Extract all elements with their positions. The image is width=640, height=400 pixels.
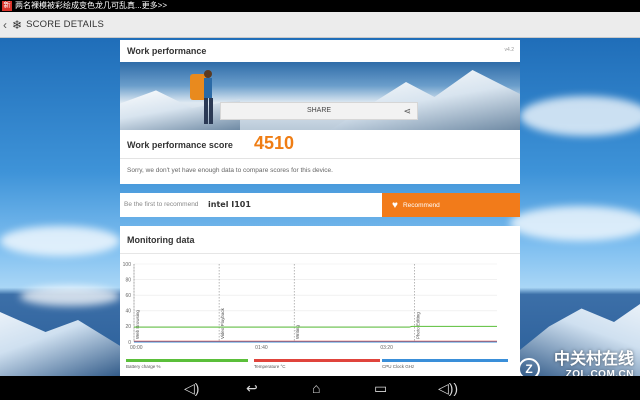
phase-label: Photo Editing	[415, 312, 420, 339]
recommend-info: Be the first to recommend intel I101	[120, 193, 382, 217]
y-tick-label: 20	[125, 324, 131, 330]
volume-down-icon[interactable]: ◁)	[184, 379, 199, 397]
legend-label-battery: Battery charge %	[126, 364, 161, 369]
y-tick-label: 40	[125, 309, 131, 315]
y-tick-label: 100	[123, 262, 132, 268]
phase-label: Video Playback	[220, 307, 225, 339]
monitoring-chart: 10080604020000:00 01:40 03:20Web Browsing V…	[123, 262, 497, 351]
no-data-message: Sorry, we don't yet have enough data to …	[127, 167, 333, 174]
monitoring-title: Monitoring data	[127, 235, 195, 245]
y-tick-label: 60	[125, 293, 131, 299]
legend-temperature: Temperature °C	[254, 359, 380, 369]
x-tick-label: 03:20	[380, 345, 393, 351]
score-value: 4510	[254, 133, 295, 153]
version-label: v4.2	[504, 47, 514, 53]
news-notification-icon: 新	[2, 1, 12, 11]
monitoring-card: Monitoring data 100 80 60 40 20 0 00:00 01:40 03…	[120, 226, 520, 376]
watermark: 中关村在线 ZOL.COM.CN	[554, 345, 634, 380]
divider	[120, 158, 520, 159]
x-tick-label: 01:40	[255, 345, 268, 351]
legend-battery: Battery charge %	[126, 359, 248, 369]
recommend-button[interactable]: ♥ Recommend	[382, 193, 520, 217]
page-title: SCORE DETAILS	[26, 19, 104, 30]
heart-icon: ♥	[392, 199, 398, 211]
share-icon: ⋖	[403, 106, 411, 116]
watermark-main: 中关村在线	[553, 351, 634, 368]
work-performance-title: Work performance	[127, 46, 207, 56]
x-tick-label: 00:00	[130, 345, 143, 351]
back-arrow-icon[interactable]: ‹	[3, 18, 11, 32]
y-tick-label: 80	[125, 277, 131, 283]
hiker-icon	[190, 70, 213, 124]
legend-cpu: CPU Clock GHz	[382, 359, 508, 369]
home-icon[interactable]: ⌂	[312, 379, 320, 397]
action-bar: ‹ ❄ SCORE DETAILS	[0, 12, 640, 38]
recommend-prompt: Be the first to recommend	[124, 201, 199, 208]
share-button[interactable]: SHARE ⋖	[220, 102, 418, 120]
recommend-label: Recommend	[402, 201, 440, 209]
share-label: SHARE	[306, 107, 332, 114]
status-bar: 新 两名裸模被彩绘成变色龙几可乱真...更多>>	[0, 0, 640, 12]
score-label: Work performance score	[127, 140, 233, 150]
navigation-bar: ◁) ↩ ⌂ ▭ ◁))	[0, 376, 640, 400]
snowflake-logo-icon: ❄	[12, 17, 23, 32]
recommend-row: Be the first to recommend intel I101 ♥ R…	[120, 193, 520, 217]
device-name: intel I101	[208, 200, 251, 209]
divider	[120, 253, 520, 254]
legend-label-cpu: CPU Clock GHz	[382, 364, 415, 369]
notification-text[interactable]: 两名裸模被彩绘成变色龙几可乱真...更多>>	[15, 0, 167, 12]
volume-up-icon[interactable]: ◁))	[438, 379, 458, 397]
phase-label: Web Browsing	[135, 310, 140, 339]
recents-icon[interactable]: ▭	[374, 379, 387, 397]
legend-label-temperature: Temperature °C	[254, 364, 286, 369]
work-performance-card: Work performance v4.2 SHARE ⋖ Work perfo…	[120, 40, 520, 184]
back-icon[interactable]: ↩	[246, 379, 258, 397]
